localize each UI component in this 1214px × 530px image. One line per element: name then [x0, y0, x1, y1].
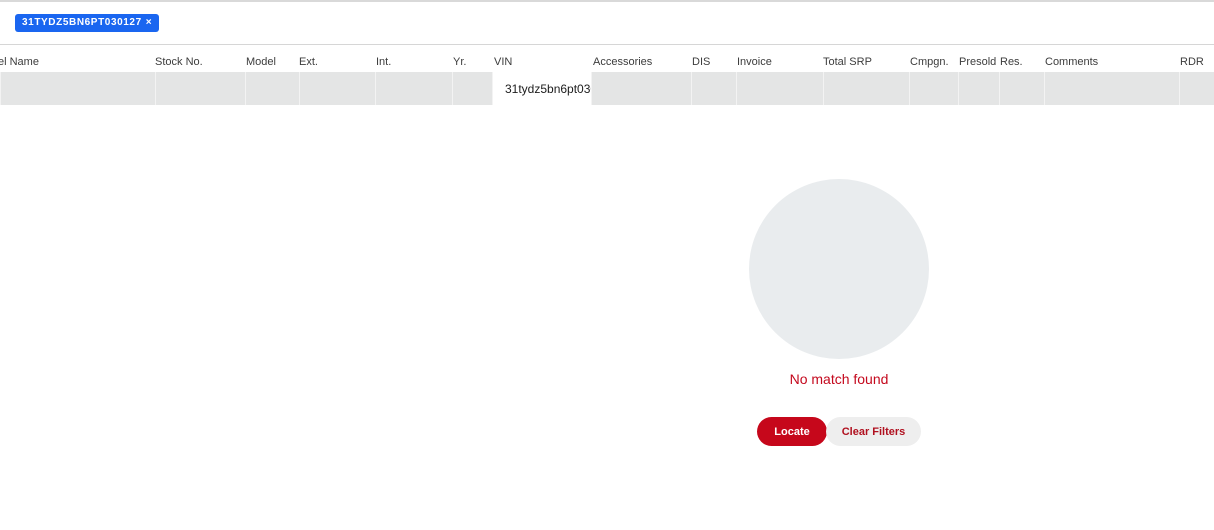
vin-filter-value: 31tydz5bn6pt030127	[505, 82, 591, 96]
column-header-ext[interactable]: Ext.	[299, 56, 318, 68]
vehicle-search-page: 31TYDZ5BN6PT030127 × el Name Stock No. M…	[0, 0, 1214, 530]
column-header-stock-no[interactable]: Stock No.	[155, 56, 203, 68]
filter-cell-yr[interactable]	[452, 72, 492, 105]
filter-cell-accessories[interactable]	[591, 72, 691, 105]
empty-state-illustration	[749, 179, 929, 359]
filter-cell-model-name[interactable]	[0, 72, 155, 105]
no-match-message: No match found	[789, 371, 889, 387]
table-top-divider	[0, 44, 1214, 45]
filter-cell-vin[interactable]: 31tydz5bn6pt030127	[492, 72, 591, 105]
column-header-res[interactable]: Res.	[1000, 56, 1023, 68]
column-header-dis[interactable]: DIS	[692, 56, 710, 68]
column-header-model[interactable]: Model	[246, 56, 276, 68]
filter-cell-int[interactable]	[375, 72, 452, 105]
vin-filter-chip[interactable]: 31TYDZ5BN6PT030127 ×	[15, 14, 160, 32]
column-header-accessories[interactable]: Accessories	[593, 56, 652, 68]
filter-cell-ext[interactable]	[299, 72, 375, 105]
clear-filters-button[interactable]: Clear Filters	[826, 417, 921, 446]
column-header-total-srp[interactable]: Total SRP	[823, 56, 872, 68]
column-header-int[interactable]: Int.	[376, 56, 391, 68]
column-header-rdr[interactable]: RDR	[1180, 56, 1204, 68]
locate-button[interactable]: Locate	[757, 417, 827, 446]
filter-cell-total-srp[interactable]	[823, 72, 909, 105]
column-header-presold[interactable]: Presold	[959, 56, 996, 68]
column-header-model-name[interactable]: el Name	[0, 56, 39, 68]
filter-cell-stock-no[interactable]	[155, 72, 245, 105]
filter-cell-model[interactable]	[245, 72, 299, 105]
filter-cell-presold[interactable]	[958, 72, 999, 105]
column-header-invoice[interactable]: Invoice	[737, 56, 772, 68]
column-header-yr[interactable]: Yr.	[453, 56, 466, 68]
column-header-vin[interactable]: VIN	[494, 56, 512, 68]
filter-cell-comments[interactable]	[1044, 72, 1179, 105]
filter-cell-rdr[interactable]	[1179, 72, 1214, 105]
filter-cell-cmpgn[interactable]	[909, 72, 958, 105]
column-header-cmpgn[interactable]: Cmpgn.	[910, 56, 949, 68]
filter-cell-invoice[interactable]	[736, 72, 823, 105]
column-header-comments[interactable]: Comments	[1045, 56, 1098, 68]
filter-row: 31tydz5bn6pt030127	[0, 72, 1214, 105]
top-divider	[0, 0, 1214, 2]
filter-cell-dis[interactable]	[691, 72, 736, 105]
vin-filter-chip-label: 31TYDZ5BN6PT030127	[22, 17, 142, 28]
filter-cell-res[interactable]	[999, 72, 1044, 105]
close-icon[interactable]: ×	[146, 14, 152, 32]
table-header-row: el Name Stock No. Model Ext. Int. Yr. VI…	[0, 56, 1214, 72]
